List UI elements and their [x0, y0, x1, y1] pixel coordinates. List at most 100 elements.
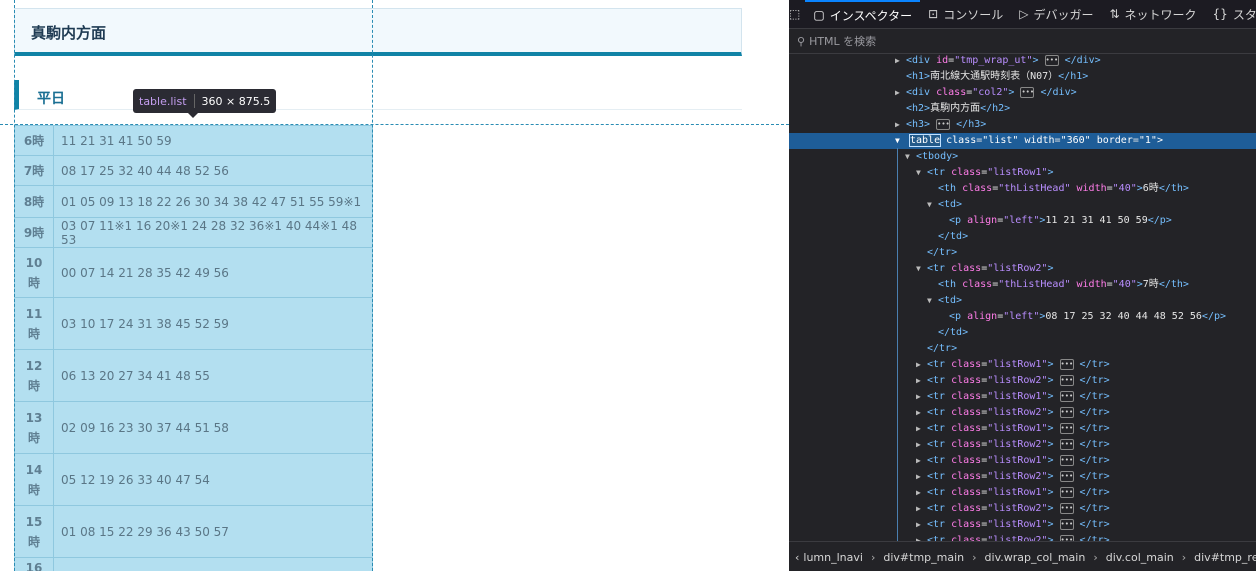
hour-cell: 13時 — [14, 401, 54, 454]
hour-cell: 6時 — [14, 125, 54, 156]
tab-label: インスペクター — [829, 8, 913, 23]
tab-label: コンソール — [943, 7, 1004, 22]
node-tr-listrow1[interactable]: ▼ <tr class="listRow1"> — [789, 165, 1256, 181]
hour-cell: 15時 — [14, 505, 54, 558]
cursor-picker-icon: ⬚ — [789, 7, 801, 21]
node-p-6[interactable]: <p align="left">11 21 31 41 50 59</p> — [789, 213, 1256, 229]
node-tr-close-2[interactable]: </tr> — [789, 341, 1256, 357]
hour-cell: 8時 — [14, 185, 54, 218]
breadcrumb-item[interactable]: div.wrap_col_main — [985, 551, 1086, 564]
breadcrumb-item[interactable]: lumn_lnavi — [803, 551, 863, 564]
table-row: 16時 — [14, 557, 373, 571]
hour-cell: 10時 — [14, 247, 54, 298]
node-tr-collapsed[interactable]: ▶<tr class="listRow2"> ••• </tr> — [789, 373, 1256, 389]
highlighter-guide-top — [0, 124, 789, 125]
tab-style-editor[interactable]: {} スタイルエディター — [1205, 0, 1256, 28]
element-size-tooltip: table.list 360 × 875.5 — [133, 89, 277, 118]
html-search-bar[interactable]: ⚲ HTML を検索 — [789, 29, 1256, 54]
debugger-icon: ▷ — [1019, 7, 1029, 21]
web-page-viewport: 真駒内方面 平日 6時 11 21 31 41 50 59 7時 08 17 25 3… — [0, 0, 789, 571]
table-row: 8時 01 05 09 13 18 22 26 30 34 38 42 47 51… — [14, 185, 373, 218]
breadcrumb: ‹ lumn_lnavi › div#tmp_main › div.wrap_col_m… — [789, 541, 1256, 571]
tab-label: ネットワーク — [1124, 7, 1197, 22]
node-tr-listrow2[interactable]: ▼ <tr class="listRow2"> — [789, 261, 1256, 277]
table-row: 14時 05 12 19 26 33 40 47 54 — [14, 453, 373, 506]
element-picker-button[interactable]: ⬚ — [789, 0, 805, 28]
node-td[interactable]: ▼ <td> — [789, 197, 1256, 213]
node-th-6[interactable]: <th class="thListHead" width="40">6時</th… — [789, 181, 1256, 197]
hour-cell: 11時 — [14, 297, 54, 350]
tab-label: スタイルエディター — [1232, 7, 1256, 22]
node-div-col2[interactable]: ▶ <div class="col2"> ••• </div> — [789, 85, 1256, 101]
timetable: 6時 11 21 31 41 50 59 7時 08 17 25 32 40 44 4… — [14, 125, 373, 571]
node-tr-collapsed[interactable]: ▶ <tr class="listRow1"> ••• </tr> — [789, 421, 1256, 437]
breadcrumb-back-icon[interactable]: ‹ — [795, 551, 799, 564]
minutes-cell: 11 21 31 41 50 59 — [53, 125, 373, 156]
network-icon: ⇅ — [1109, 7, 1120, 21]
table-row: 12時 06 13 20 27 34 41 48 55 — [14, 349, 373, 402]
minutes-cell — [53, 557, 373, 571]
tab-inspector[interactable]: ▢ インスペクター — [805, 0, 921, 28]
hour-cell: 9時 — [14, 217, 54, 248]
node-p-7[interactable]: <p align="left">08 17 25 32 40 44 48 52 … — [789, 309, 1256, 325]
search-icon: ⚲ — [797, 34, 806, 48]
minutes-cell: 00 07 14 21 28 35 42 49 56 — [53, 247, 373, 298]
html-search-input[interactable]: HTML を検索 — [809, 33, 876, 49]
minutes-cell: 02 09 16 23 30 37 44 51 58 — [53, 401, 373, 454]
table-row: 13時 02 09 16 23 30 37 44 51 58 — [14, 401, 373, 454]
node-div-tmp-wrap-ut[interactable]: ▶ <div id="tmp_wrap_ut"> ••• </div> — [789, 53, 1256, 69]
breadcrumb-item[interactable]: div.col_main — [1106, 551, 1174, 564]
hour-cell: 16時 — [14, 557, 54, 571]
node-tr-collapsed[interactable]: ▶<tr class="listRow2"> ••• </tr> — [789, 437, 1256, 453]
table-row: 11時 03 10 17 24 31 38 45 52 59 — [14, 297, 373, 350]
minutes-cell: 01 08 15 22 29 36 43 50 57 — [53, 505, 373, 558]
node-h3[interactable]: ▶ <h3> ••• </h3> — [789, 117, 1256, 133]
tab-label: デバッガー — [1033, 7, 1094, 22]
table-row: 6時 11 21 31 41 50 59 — [14, 125, 373, 156]
tab-debugger[interactable]: ▷ デバッガー — [1011, 0, 1101, 28]
node-td-close[interactable]: </td> — [789, 229, 1256, 245]
node-h2[interactable]: <h2>真駒内方面</h2> — [789, 101, 1256, 117]
minutes-cell: 06 13 20 27 34 41 48 55 — [53, 349, 373, 402]
node-table-list-selected[interactable]: ▼ table class="list" width="360" border="… — [789, 133, 1256, 149]
table-row: 9時 03 07 11※1 16 20※1 24 28 32 36※1 40 44… — [14, 217, 373, 248]
tooltip-tag: table.list — [139, 94, 187, 108]
direction-heading-text: 真駒内方面 — [31, 24, 107, 42]
node-tr-collapsed[interactable]: ▶ <tr class="listRow1"> ••• </tr> — [789, 453, 1256, 469]
node-tr-collapsed[interactable]: ▶ <tr class="listRow1"> ••• </tr> — [789, 389, 1256, 405]
node-h1[interactable]: <h1>南北線大通駅時刻表（N07）</h1> — [789, 69, 1256, 85]
node-tr-collapsed[interactable]: ▶ <tr class="listRow1"> ••• </tr> — [789, 485, 1256, 501]
devtools-panel: ⬚ ▢ インスペクター ⊡ コンソール ▷ デバッガー ⇅ ネットワーク {} スタイルエディター… — [789, 0, 1256, 571]
inspector-icon: ▢ — [813, 8, 825, 22]
breadcrumb-separator-icon: › — [1093, 550, 1098, 564]
highlighter-guide-right — [372, 0, 373, 571]
node-tr-close[interactable]: </tr> — [789, 245, 1256, 261]
markup-tree: ▶ <div id="tmp_wrap_ut"> ••• </div> <h1>南… — [789, 53, 1256, 546]
tooltip-size: 360 × 875.5 — [201, 94, 271, 108]
hour-cell: 12時 — [14, 349, 54, 402]
breadcrumb-separator-icon: › — [870, 550, 876, 564]
minutes-cell: 05 12 19 26 33 40 47 54 — [53, 453, 373, 506]
style-editor-icon: {} — [1212, 7, 1228, 21]
node-tr-collapsed[interactable]: ▶<tr class="listRow2"> ••• </tr> — [789, 469, 1256, 485]
hour-cell: 7時 — [14, 155, 54, 186]
table-row: 7時 08 17 25 32 40 44 48 52 56 — [14, 155, 373, 186]
tab-console[interactable]: ⊡ コンソール — [920, 0, 1011, 28]
day-type-heading-text: 平日 — [37, 91, 65, 107]
node-td-2[interactable]: ▼ <td> — [789, 293, 1256, 309]
console-icon: ⊡ — [928, 7, 939, 21]
node-th-7[interactable]: <th class="thListHead" width="40">7時</th… — [789, 277, 1256, 293]
hour-cell: 14時 — [14, 453, 54, 506]
node-tbody[interactable]: ▼ <tbody> — [789, 149, 1256, 165]
node-tr-collapsed[interactable]: ▶<tr class="listRow2"> ••• </tr> — [789, 501, 1256, 517]
node-tr-collapsed[interactable]: ▶ <tr class="listRow1"> ••• </tr> — [789, 357, 1256, 373]
minutes-cell: 03 10 17 24 31 38 45 52 59 — [53, 297, 373, 350]
node-td-close-2[interactable]: </td> — [789, 325, 1256, 341]
breadcrumb-item[interactable]: div#tmp_main — [883, 551, 964, 564]
node-tr-collapsed[interactable]: ▶ <tr class="listRow1"> ••• </tr> — [789, 517, 1256, 533]
table-row: 10時 00 07 14 21 28 35 42 49 56 — [14, 247, 373, 298]
node-tr-collapsed[interactable]: ▶<tr class="listRow2"> ••• </tr> — [789, 405, 1256, 421]
tab-network[interactable]: ⇅ ネットワーク — [1101, 0, 1204, 28]
breadcrumb-item[interactable]: div#tmp_read_contents — [1194, 551, 1256, 564]
table-row: 15時 01 08 15 22 29 36 43 50 57 — [14, 505, 373, 558]
